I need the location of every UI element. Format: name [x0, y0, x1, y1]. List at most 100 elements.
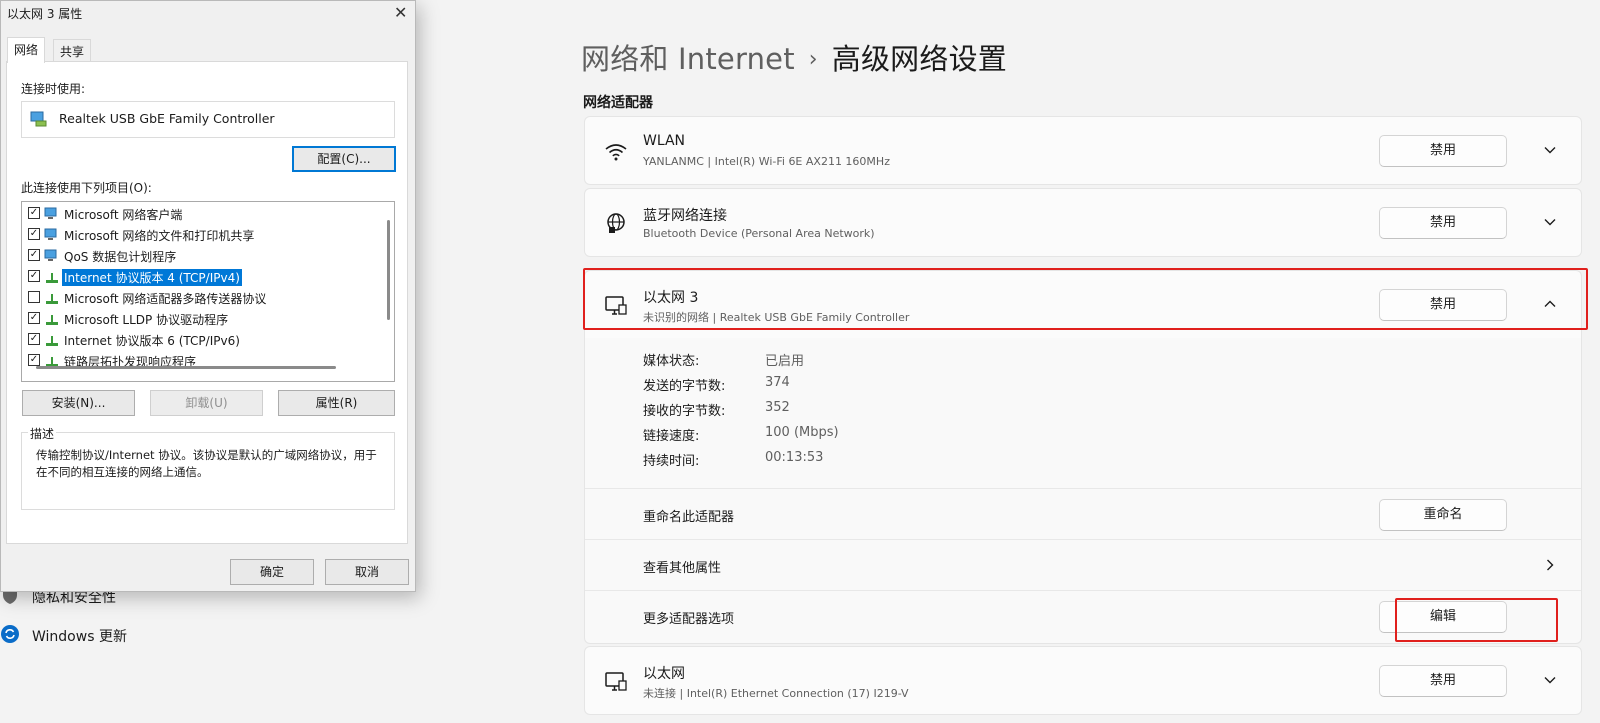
horizontal-scrollbar[interactable]	[36, 366, 336, 369]
checkbox[interactable]: ✓	[28, 354, 40, 366]
checkbox[interactable]	[28, 291, 40, 303]
adapter-card-bluetooth[interactable]: 蓝牙网络连接 Bluetooth Device (Personal Area N…	[584, 188, 1582, 257]
protocol-icon	[46, 315, 58, 325]
list-item[interactable]: Microsoft 网络适配器多路传送器协议	[22, 287, 382, 308]
detail-value: 已启用	[765, 354, 805, 369]
detail-label: 持续时间:	[643, 454, 700, 469]
list-item-text: Microsoft 网络的文件和打印机共享	[64, 229, 255, 243]
adapter-card-ethernet[interactable]: 以太网 未连接 | Intel(R) Ethernet Connection (…	[584, 646, 1582, 715]
checkbox[interactable]: ✓	[28, 228, 40, 240]
configure-button[interactable]: 配置(C)...	[292, 146, 396, 172]
items-listbox[interactable]: ✓ Microsoft 网络客户端 ✓ Microsoft 网络的文件和打印机共…	[21, 201, 395, 382]
ok-button[interactable]: 确定	[230, 559, 314, 585]
view-more-properties-row[interactable]: 查看其他属性	[585, 539, 1581, 590]
device-box: Realtek USB GbE Family Controller	[21, 101, 395, 138]
list-item[interactable]: ✓ QoS 数据包计划程序	[22, 245, 382, 266]
disable-button-bluetooth[interactable]: 禁用	[1379, 207, 1507, 239]
adapter-card-ethernet-3[interactable]: 以太网 3 未识别的网络 | Realtek USB GbE Family Co…	[584, 270, 1582, 339]
chevron-right-icon[interactable]	[1541, 556, 1559, 574]
more-adapter-options-label: 更多适配器选项	[643, 612, 735, 627]
checkbox[interactable]: ✓	[28, 312, 40, 324]
checkbox[interactable]: ✓	[28, 249, 40, 261]
list-item-selected[interactable]: ✓ Internet 协议版本 4 (TCP/IPv4)	[22, 266, 382, 287]
vertical-scrollbar[interactable]	[385, 204, 393, 364]
adapter-name: 蓝牙网络连接	[643, 208, 727, 224]
disable-button-wlan[interactable]: 禁用	[1379, 135, 1507, 167]
globe-network-icon	[607, 213, 625, 233]
list-item-text: Internet 协议版本 4 (TCP/IPv4)	[61, 268, 243, 287]
chevron-down-icon[interactable]	[1541, 671, 1559, 689]
detail-value: 100 (Mbps)	[765, 425, 839, 440]
breadcrumb-separator: ›	[808, 47, 818, 72]
network-client-icon	[44, 249, 57, 261]
edit-button[interactable]: 编辑	[1379, 601, 1507, 633]
list-item-text: Microsoft 网络适配器多路传送器协议	[64, 292, 267, 306]
rename-button[interactable]: 重命名	[1379, 499, 1507, 531]
network-client-icon	[44, 228, 57, 240]
list-item[interactable]: ✓ Microsoft 网络的文件和打印机共享	[22, 224, 382, 245]
detail-value: 374	[765, 375, 790, 390]
adapter-description: 未识别的网络 | Realtek USB GbE Family Controll…	[643, 311, 910, 324]
detail-value: 352	[765, 400, 790, 415]
list-item-text: Microsoft LLDP 协议驱动程序	[64, 313, 229, 327]
detail-label: 接收的字节数:	[643, 404, 726, 419]
nav-item-windows-update[interactable]: Windows 更新	[32, 626, 127, 646]
properties-button[interactable]: 属性(R)	[278, 390, 395, 416]
install-button[interactable]: 安装(N)...	[22, 390, 135, 416]
page-title: 高级网络设置	[831, 42, 1007, 76]
detail-label: 链接速度:	[643, 429, 700, 444]
tab-panel-network: 连接时使用: Realtek USB GbE Family Controller…	[6, 61, 408, 544]
close-icon[interactable]: ✕	[394, 3, 407, 22]
description-legend: 描述	[28, 425, 57, 442]
adapter-details-panel: 媒体状态: 已启用 发送的字节数: 374 接收的字节数: 352 链接速度: …	[584, 338, 1582, 644]
description-group: 描述 传输控制协议/Internet 协议。该协议是默认的广域网络协议，用于在不…	[21, 425, 395, 510]
scrollbar-thumb[interactable]	[387, 220, 390, 320]
adapter-description: YANLANMC | Intel(R) Wi-Fi 6E AX211 160MH…	[643, 155, 890, 168]
uninstall-button: 卸载(U)	[150, 390, 263, 416]
description-text: 传输控制协议/Internet 协议。该协议是默认的广域网络协议，用于在不同的相…	[36, 448, 377, 479]
list-item-text: Microsoft 网络客户端	[64, 208, 183, 222]
breadcrumb: 网络和 Internet › 高级网络设置	[581, 36, 1007, 78]
rename-adapter-label: 重命名此适配器	[643, 510, 735, 525]
checkbox[interactable]: ✓	[28, 207, 40, 219]
protocol-icon	[46, 336, 58, 346]
list-item[interactable]: ✓ Internet 协议版本 6 (TCP/IPv6)	[22, 329, 382, 350]
windows-update-icon	[1, 625, 19, 643]
detail-label: 媒体状态:	[643, 354, 700, 369]
device-name: Realtek USB GbE Family Controller	[59, 111, 275, 126]
adapter-name: 以太网 3	[643, 290, 699, 306]
protocol-icon	[46, 294, 58, 304]
network-client-icon	[44, 207, 57, 219]
disable-button-ethernet-3[interactable]: 禁用	[1379, 289, 1507, 321]
tab-sharing[interactable]: 共享	[53, 39, 92, 62]
list-item[interactable]: ✓ Microsoft 网络客户端	[22, 203, 382, 224]
adapter-description: 未连接 | Intel(R) Ethernet Connection (17) …	[643, 687, 909, 700]
checkbox[interactable]: ✓	[28, 333, 40, 345]
disable-button-ethernet[interactable]: 禁用	[1379, 665, 1507, 697]
protocol-icon	[46, 273, 58, 283]
section-title-network-adapters: 网络适配器	[583, 95, 653, 111]
list-item-text: QoS 数据包计划程序	[64, 250, 177, 264]
checkbox[interactable]: ✓	[28, 270, 40, 282]
items-label: 此连接使用下列项目(O):	[21, 181, 152, 195]
adapter-name: WLAN	[643, 133, 686, 149]
more-adapter-options-row: 更多适配器选项 编辑	[585, 590, 1581, 641]
chevron-up-icon[interactable]	[1541, 295, 1559, 313]
detail-value: 00:13:53	[765, 450, 824, 465]
view-more-properties-label: 查看其他属性	[643, 561, 722, 576]
rename-adapter-row: 重命名此适配器 重命名	[585, 488, 1581, 539]
chevron-down-icon[interactable]	[1541, 141, 1559, 159]
list-item[interactable]: ✓ Microsoft LLDP 协议驱动程序	[22, 308, 382, 329]
dialog-title: 以太网 3 属性	[7, 7, 83, 21]
cancel-button[interactable]: 取消	[325, 559, 409, 585]
chevron-down-icon[interactable]	[1541, 213, 1559, 231]
wifi-icon	[605, 144, 627, 161]
tab-network[interactable]: 网络	[7, 37, 46, 63]
adapter-card-wlan[interactable]: WLAN YANLANMC | Intel(R) Wi-Fi 6E AX211 …	[584, 116, 1582, 185]
connect-using-label: 连接时使用:	[21, 82, 86, 96]
adapter-description: Bluetooth Device (Personal Area Network)	[643, 227, 875, 240]
breadcrumb-parent[interactable]: 网络和 Internet	[581, 42, 795, 76]
detail-label: 发送的字节数:	[643, 379, 726, 394]
network-adapter-icon	[30, 111, 47, 127]
adapter-name: 以太网	[643, 666, 685, 682]
